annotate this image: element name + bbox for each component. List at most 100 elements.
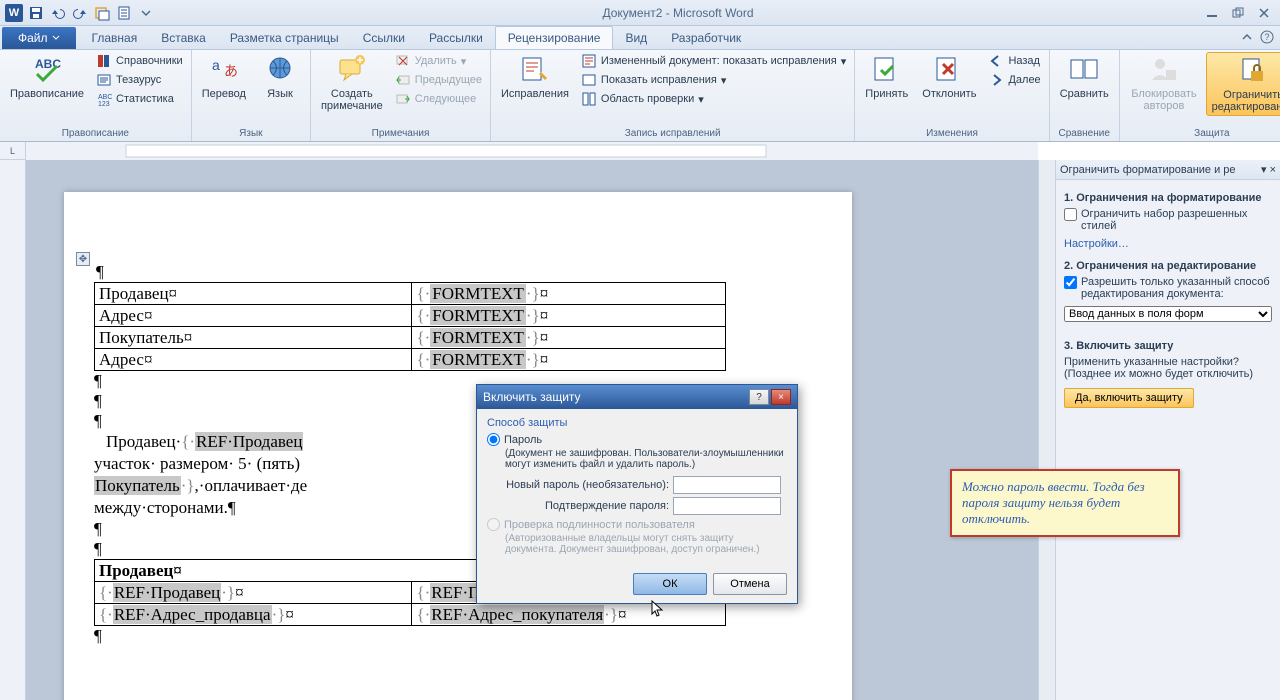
allow-editing-checkbox[interactable]: Разрешить только указанный способ редакт… bbox=[1064, 276, 1272, 300]
new-password-label: Новый пароль (необязательно): bbox=[505, 479, 673, 491]
svg-text:a: a bbox=[212, 57, 220, 73]
table-cell[interactable]: Адрес¤ bbox=[95, 305, 412, 327]
taskpane-dropdown-icon[interactable]: ▾ bbox=[1261, 163, 1267, 176]
editing-type-select[interactable]: Ввод данных в поля форм bbox=[1064, 306, 1272, 322]
formtext-field[interactable]: FORMTEXT bbox=[430, 284, 526, 303]
dialog-section-label: Способ защиты bbox=[487, 417, 787, 429]
formtext-field[interactable]: FORMTEXT bbox=[430, 328, 526, 347]
taskpane-close-icon[interactable]: × bbox=[1270, 164, 1276, 176]
translate-button[interactable]: aあ Перевод bbox=[196, 52, 252, 102]
save-button[interactable] bbox=[26, 3, 46, 23]
close-button[interactable] bbox=[1252, 4, 1276, 22]
table-cell[interactable]: Адрес¤ bbox=[95, 349, 412, 371]
table-cell[interactable]: {·FORMTEXT·}¤ bbox=[412, 305, 726, 327]
restrict-editing-button[interactable]: Ограничить редактирование bbox=[1206, 52, 1280, 116]
table-move-handle-icon[interactable]: ✥ bbox=[76, 252, 90, 266]
file-tab[interactable]: Файл bbox=[2, 27, 76, 49]
dialog-help-button[interactable]: ? bbox=[749, 389, 769, 405]
language-button[interactable]: Язык bbox=[254, 52, 306, 102]
table-cell[interactable]: {·FORMTEXT·}¤ bbox=[412, 349, 726, 371]
previous-change-button[interactable]: Назад bbox=[984, 52, 1044, 70]
tab-layout[interactable]: Разметка страницы bbox=[218, 27, 351, 49]
dialog-close-button[interactable]: × bbox=[771, 389, 791, 405]
tp-section-2-heading: 2. Ограничения на редактирование bbox=[1064, 260, 1272, 272]
table-cell[interactable]: {·FORMTEXT·}¤ bbox=[412, 327, 726, 349]
svg-text:あ: あ bbox=[224, 63, 238, 79]
minimize-button[interactable] bbox=[1200, 4, 1224, 22]
delete-comment-button[interactable]: Удалить ▾ bbox=[391, 52, 486, 70]
tp-section-3-heading: 3. Включить защиту bbox=[1064, 340, 1272, 352]
formtext-field[interactable]: FORMTEXT bbox=[430, 350, 526, 369]
wordcount-button[interactable]: ABC123Статистика bbox=[92, 90, 187, 108]
tab-review[interactable]: Рецензирование bbox=[495, 26, 614, 49]
group-language-label: Язык bbox=[196, 126, 306, 141]
svg-text:ABC: ABC bbox=[35, 57, 61, 71]
prev-comment-button[interactable]: Предыдущее bbox=[391, 71, 486, 89]
tab-references[interactable]: Ссылки bbox=[351, 27, 417, 49]
group-changes-label: Изменения bbox=[859, 126, 1044, 141]
next-change-button[interactable]: Далее bbox=[984, 71, 1044, 89]
password-radio[interactable]: Пароль bbox=[487, 433, 787, 446]
research-button[interactable]: Справочники bbox=[92, 52, 187, 70]
confirm-password-input[interactable] bbox=[673, 497, 781, 515]
table-cell[interactable]: Покупатель¤ bbox=[95, 327, 412, 349]
app-icon[interactable]: W bbox=[4, 3, 24, 23]
compare-button[interactable]: Сравнить bbox=[1054, 52, 1115, 102]
track-changes-button[interactable]: Исправления bbox=[495, 52, 575, 102]
table-cell[interactable]: {·REF·Продавец·}¤ bbox=[95, 582, 412, 604]
allow-editing-label: Разрешить только указанный способ редакт… bbox=[1081, 276, 1272, 300]
table-cell[interactable]: {·FORMTEXT·}¤ bbox=[412, 283, 726, 305]
ref-field: REF·Адрес_продавца bbox=[113, 605, 272, 624]
tab-home[interactable]: Главная bbox=[80, 27, 150, 49]
ribbon: ABC Правописание Справочники Тезаурус AB… bbox=[0, 50, 1280, 142]
vertical-ruler[interactable] bbox=[0, 160, 26, 700]
qat-customize[interactable] bbox=[136, 3, 156, 23]
thesaurus-button[interactable]: Тезаурус bbox=[92, 71, 187, 89]
accept-label: Принять bbox=[865, 88, 908, 100]
password-note: (Документ не зашифрован. Пользователи-зл… bbox=[505, 448, 787, 470]
group-protect-label: Защита bbox=[1124, 126, 1280, 141]
vertical-scrollbar[interactable] bbox=[1038, 160, 1055, 700]
wordcount-label: Статистика bbox=[116, 93, 174, 105]
password-radio-label: Пароль bbox=[504, 434, 542, 446]
show-markup-button[interactable]: Показать исправления ▾ bbox=[577, 71, 850, 89]
table-cell[interactable]: {·REF·Адрес_покупателя·}¤ bbox=[412, 604, 726, 626]
cancel-button[interactable]: Отмена bbox=[713, 573, 787, 595]
tab-view[interactable]: Вид bbox=[613, 27, 659, 49]
block-authors-button[interactable]: Блокировать авторов bbox=[1124, 52, 1204, 114]
dialog-titlebar[interactable]: Включить защиту ? × bbox=[477, 385, 797, 409]
reject-button[interactable]: Отклонить bbox=[916, 52, 982, 102]
userauth-radio: Проверка подлинности пользователя bbox=[487, 518, 787, 531]
tab-mailings[interactable]: Рассылки bbox=[417, 27, 495, 49]
reject-label: Отклонить bbox=[922, 88, 976, 100]
reviewing-pane-button[interactable]: Область проверки ▾ bbox=[577, 90, 850, 108]
quick-access-toolbar: W bbox=[4, 3, 156, 23]
start-enforcement-button[interactable]: Да, включить защиту bbox=[1064, 388, 1194, 408]
horizontal-ruler[interactable] bbox=[26, 142, 1038, 160]
formtext-field[interactable]: FORMTEXT bbox=[430, 306, 526, 325]
limit-formatting-checkbox[interactable]: Ограничить набор разрешенных стилей bbox=[1064, 208, 1272, 232]
table-cell[interactable]: {·REF·Адрес_продавца·}¤ bbox=[95, 604, 412, 626]
new-password-input[interactable] bbox=[673, 476, 781, 494]
tab-insert[interactable]: Вставка bbox=[149, 27, 218, 49]
ref-field: REF·Продавец bbox=[113, 583, 221, 602]
display-for-review-combo[interactable]: Измененный документ: показать исправлени… bbox=[577, 52, 850, 70]
redo-button[interactable] bbox=[70, 3, 90, 23]
help-icon[interactable]: ? bbox=[1260, 30, 1274, 44]
restore-button[interactable] bbox=[1226, 4, 1250, 22]
tab-developer[interactable]: Разработчик bbox=[659, 27, 753, 49]
spelling-button[interactable]: ABC Правописание bbox=[4, 52, 90, 102]
new-comment-button[interactable]: Создать примечание bbox=[315, 52, 389, 114]
ribbon-minimize-icon[interactable] bbox=[1240, 30, 1254, 44]
accept-button[interactable]: Принять bbox=[859, 52, 914, 102]
document-table-1: Продавец¤{·FORMTEXT·}¤ Адрес¤{·FORMTEXT·… bbox=[94, 282, 726, 371]
table-cell[interactable]: Продавец¤ bbox=[95, 283, 412, 305]
qat-extra1[interactable] bbox=[92, 3, 112, 23]
block-authors-label: Блокировать авторов bbox=[1130, 88, 1198, 112]
compare-label: Сравнить bbox=[1060, 88, 1109, 100]
ok-button[interactable]: ОК bbox=[633, 573, 707, 595]
qat-extra2[interactable] bbox=[114, 3, 134, 23]
formatting-settings-link[interactable]: Настройки… bbox=[1064, 238, 1129, 250]
undo-button[interactable] bbox=[48, 3, 68, 23]
next-comment-button[interactable]: Следующее bbox=[391, 90, 486, 108]
